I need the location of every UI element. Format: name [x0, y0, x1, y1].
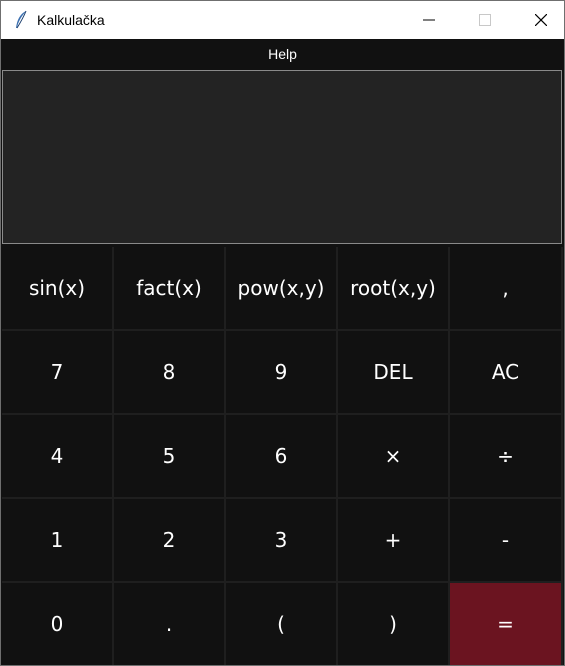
- key-divide[interactable]: ÷: [450, 415, 561, 497]
- key-2[interactable]: 2: [114, 499, 224, 581]
- key-equals[interactable]: =: [450, 583, 561, 665]
- window-title: Kalkulačka: [37, 12, 105, 28]
- title-bar[interactable]: Kalkulačka: [1, 1, 564, 39]
- feather-icon: [13, 10, 29, 30]
- key-6[interactable]: 6: [226, 415, 336, 497]
- key-close-paren[interactable]: ): [338, 583, 448, 665]
- menu-help[interactable]: Help: [262, 44, 303, 64]
- minimize-icon: [423, 19, 435, 21]
- key-ac[interactable]: AC: [450, 331, 561, 413]
- close-button[interactable]: [518, 1, 564, 39]
- key-5[interactable]: 5: [114, 415, 224, 497]
- key-decimal[interactable]: .: [114, 583, 224, 665]
- key-open-paren[interactable]: (: [226, 583, 336, 665]
- calculator-display: [2, 70, 562, 244]
- calculator-window: Kalkulačka Help sin(x) fact(x) pow(x,y) …: [0, 0, 565, 666]
- keypad: sin(x) fact(x) pow(x,y) root(x,y) , 7 8 …: [2, 247, 563, 665]
- key-0[interactable]: 0: [2, 583, 112, 665]
- menu-bar: Help: [1, 39, 564, 69]
- key-multiply[interactable]: ×: [338, 415, 448, 497]
- key-del[interactable]: DEL: [338, 331, 448, 413]
- maximize-button[interactable]: [462, 1, 508, 39]
- key-3[interactable]: 3: [226, 499, 336, 581]
- close-icon: [535, 14, 547, 26]
- key-root[interactable]: root(x,y): [338, 247, 448, 329]
- key-1[interactable]: 1: [2, 499, 112, 581]
- key-pow[interactable]: pow(x,y): [226, 247, 336, 329]
- minimize-button[interactable]: [406, 1, 452, 39]
- key-minus[interactable]: -: [450, 499, 561, 581]
- key-4[interactable]: 4: [2, 415, 112, 497]
- window-controls: [396, 1, 564, 39]
- key-9[interactable]: 9: [226, 331, 336, 413]
- key-8[interactable]: 8: [114, 331, 224, 413]
- maximize-icon: [479, 14, 491, 26]
- key-7[interactable]: 7: [2, 331, 112, 413]
- key-plus[interactable]: +: [338, 499, 448, 581]
- key-comma[interactable]: ,: [450, 247, 561, 329]
- key-fact[interactable]: fact(x): [114, 247, 224, 329]
- key-sin[interactable]: sin(x): [2, 247, 112, 329]
